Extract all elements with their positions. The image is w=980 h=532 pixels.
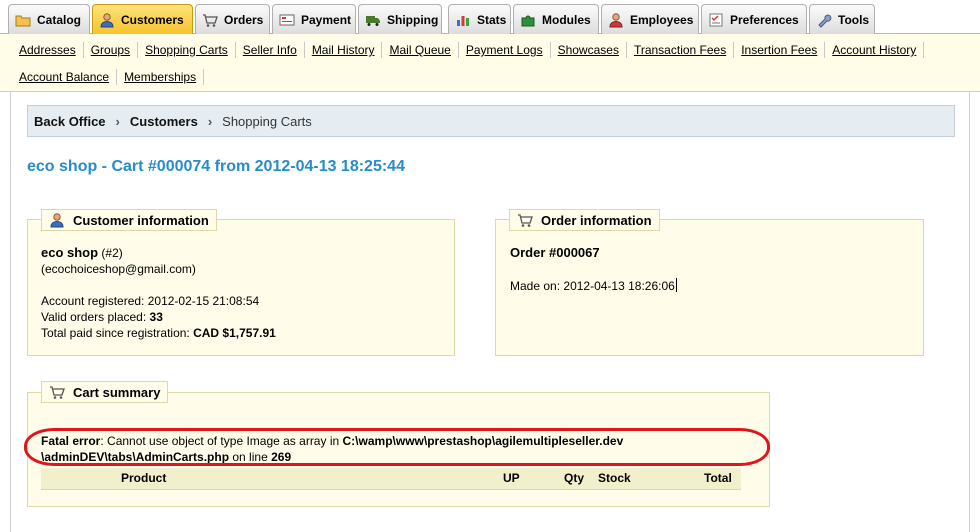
tab-label: Orders bbox=[224, 12, 264, 27]
tab-label: Employees bbox=[630, 12, 694, 27]
wrench-icon bbox=[818, 14, 832, 28]
breadcrumb-separator: › bbox=[115, 113, 120, 129]
tab-label: Catalog bbox=[37, 12, 82, 27]
tab-label: Customers bbox=[121, 13, 184, 27]
breadcrumb-current: Shopping Carts bbox=[222, 113, 312, 129]
customer-name-line: eco shop (#2) bbox=[41, 245, 123, 260]
tab-orders[interactable]: Orders bbox=[195, 4, 270, 34]
submenu-item-mail-queue[interactable]: Mail Queue bbox=[382, 42, 459, 58]
tab-shipping[interactable]: Shipping bbox=[358, 4, 442, 34]
valid-orders: Valid orders placed: 33 bbox=[41, 310, 163, 324]
tab-tools[interactable]: Tools bbox=[809, 4, 875, 34]
folder-icon bbox=[15, 15, 31, 26]
preferences-icon bbox=[709, 13, 723, 26]
submenu-item-memberships[interactable]: Memberships bbox=[117, 69, 205, 85]
tab-label: Modules bbox=[542, 12, 591, 27]
column-header-up: UP bbox=[503, 471, 520, 485]
tab-payment[interactable]: Payment bbox=[272, 4, 356, 34]
truck-icon bbox=[366, 15, 380, 26]
employee-icon bbox=[609, 12, 623, 27]
page-title: eco shop - Cart #000074 from 2012-04-13 … bbox=[27, 158, 405, 175]
made-on-value: 2012-04-13 18:26:06 bbox=[563, 279, 675, 293]
order-info-legend: Order information bbox=[509, 209, 660, 231]
tab-label: Shipping bbox=[387, 12, 439, 27]
submenu-row: Addresses Groups Shopping Carts Seller I… bbox=[0, 38, 925, 62]
cart-summary-legend: Cart summary bbox=[41, 381, 169, 403]
customer-name[interactable]: eco shop bbox=[41, 245, 98, 260]
tab-preferences[interactable]: Preferences bbox=[701, 4, 807, 34]
tab-label: Preferences bbox=[730, 12, 799, 27]
column-header-total: Total bbox=[704, 471, 732, 485]
breadcrumb-back-office[interactable]: Back Office bbox=[34, 114, 106, 129]
submenu-item-addresses[interactable]: Addresses bbox=[0, 42, 84, 58]
tab-employees[interactable]: Employees bbox=[601, 4, 699, 34]
submenu-item-account-balance[interactable]: Account Balance bbox=[0, 69, 118, 85]
tab-modules[interactable]: Modules bbox=[513, 4, 599, 34]
order-made-on: Made on: 2012-04-13 18:26:06 bbox=[510, 278, 677, 293]
column-header-qty: Qty bbox=[564, 471, 585, 485]
submenu-item-shopping-carts[interactable]: Shopping Carts bbox=[138, 42, 236, 58]
legend-label: Cart summary bbox=[73, 384, 161, 400]
breadcrumb-separator: › bbox=[207, 113, 213, 129]
payment-icon bbox=[279, 14, 295, 25]
tab-customers[interactable]: Customers bbox=[92, 4, 193, 35]
cart-icon bbox=[518, 214, 533, 227]
submenu-item-payment-logs[interactable]: Payment Logs bbox=[459, 42, 551, 58]
order-number[interactable]: Order #000067 bbox=[510, 245, 600, 260]
puzzle-icon bbox=[521, 15, 535, 26]
registered-value: 2012-02-15 21:08:54 bbox=[147, 294, 260, 308]
error-highlight-outline bbox=[24, 428, 770, 466]
registered-label: Account registered: bbox=[41, 294, 145, 308]
submenu-item-transaction-fees[interactable]: Transaction Fees bbox=[627, 42, 735, 58]
submenu-item-mail-history[interactable]: Mail History bbox=[305, 42, 383, 58]
valid-orders-label: Valid orders placed: bbox=[41, 310, 147, 324]
column-header-stock: Stock bbox=[598, 471, 631, 485]
tab-label: Payment bbox=[301, 12, 352, 27]
submenu-item-insertion-fees[interactable]: Insertion Fees bbox=[734, 42, 826, 58]
total-paid-label: Total paid since registration: bbox=[41, 326, 190, 340]
submenu-row: Account Balance Memberships bbox=[0, 65, 205, 89]
submenu-item-seller-info[interactable]: Seller Info bbox=[236, 42, 305, 58]
total-paid: Total paid since registration: CAD $1,75… bbox=[41, 326, 276, 340]
customer-info-legend: Customer information bbox=[41, 209, 217, 231]
customers-submenu: Addresses Groups Shopping Carts Seller I… bbox=[0, 34, 980, 92]
breadcrumb: Back Office › Customers › Shopping Carts bbox=[27, 105, 955, 137]
main-tab-bar: Catalog Customers Orders Payment Shippin… bbox=[0, 0, 980, 35]
tab-label: Stats bbox=[477, 12, 507, 27]
tab-catalog[interactable]: Catalog bbox=[8, 4, 90, 34]
tab-label: Tools bbox=[838, 12, 870, 27]
total-paid-value: CAD $1,757.91 bbox=[193, 326, 276, 340]
column-header-product: Product bbox=[121, 471, 167, 485]
cart-icon bbox=[50, 386, 65, 399]
submenu-item-groups[interactable]: Groups bbox=[84, 42, 139, 58]
customer-id: (#2) bbox=[101, 246, 123, 260]
text-cursor bbox=[675, 278, 677, 292]
cart-table-header: Product UP Qty Stock Total bbox=[41, 468, 741, 490]
legend-label: Order information bbox=[541, 212, 652, 228]
legend-label: Customer information bbox=[73, 212, 209, 228]
stats-icon bbox=[457, 15, 469, 26]
customer-email: (ecochoiceshop@gmail.com) bbox=[41, 262, 196, 276]
submenu-item-account-history[interactable]: Account History bbox=[825, 42, 925, 58]
customer-icon bbox=[50, 213, 64, 228]
account-registered: Account registered: 2012-02-15 21:08:54 bbox=[41, 294, 259, 308]
valid-orders-value: 33 bbox=[149, 310, 163, 324]
made-on-label: Made on: bbox=[510, 279, 561, 293]
customer-icon bbox=[100, 13, 114, 28]
breadcrumb-customers[interactable]: Customers bbox=[130, 114, 198, 129]
submenu-item-showcases[interactable]: Showcases bbox=[551, 42, 627, 58]
cart-icon bbox=[203, 13, 218, 27]
tab-stats[interactable]: Stats bbox=[448, 4, 511, 34]
